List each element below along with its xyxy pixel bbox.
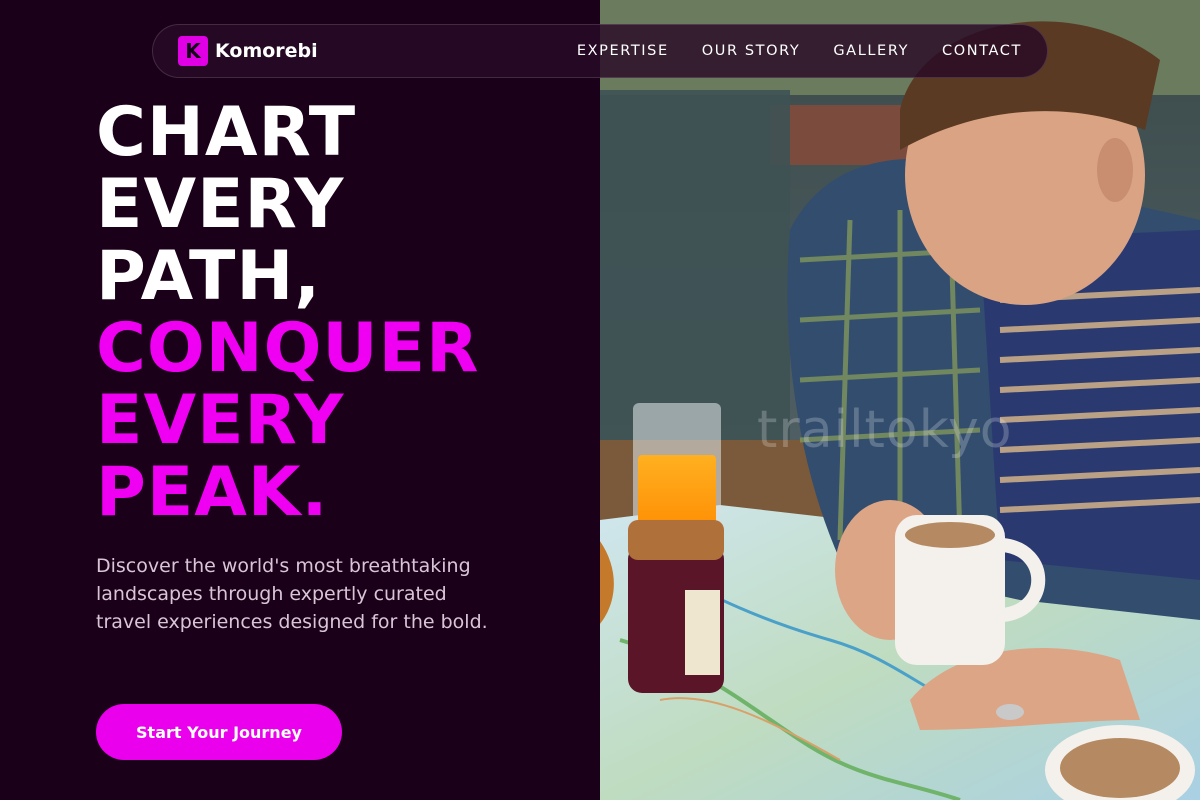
headline-line-3: PATH, — [96, 237, 322, 316]
nav-link-gallery[interactable]: GALLERY — [833, 43, 909, 59]
nav-link-our-story[interactable]: OUR STORY — [702, 43, 801, 59]
top-navigation: K Komorebi EXPERTISE OUR STORY GALLERY C… — [152, 24, 1048, 78]
headline-line-2: EVERY — [96, 165, 345, 244]
headline-accent-line-1: CONQUER — [96, 309, 480, 388]
photo-watermark: trailtokyo — [757, 400, 1013, 460]
headline-accent-line-3: PEAK. — [96, 453, 329, 532]
nav-link-contact[interactable]: CONTACT — [942, 43, 1022, 59]
hero-subtext: Discover the world's most breathtaking l… — [96, 555, 488, 633]
nav-links: EXPERTISE OUR STORY GALLERY CONTACT — [577, 43, 1022, 59]
headline-line-1: CHART — [96, 93, 357, 172]
logo-k-icon: K — [178, 36, 208, 66]
hero-headline: CHART EVERY PATH, CONQUER EVERY PEAK. — [96, 97, 479, 529]
hero-photo: trailtokyo — [600, 0, 1200, 800]
nav-link-expertise[interactable]: EXPERTISE — [577, 43, 669, 59]
headline-accent-line-2: EVERY — [96, 381, 345, 460]
brand-logo[interactable]: K Komorebi — [178, 36, 318, 66]
start-journey-button[interactable]: Start Your Journey — [96, 704, 342, 760]
brand-name: Komorebi — [215, 40, 318, 62]
